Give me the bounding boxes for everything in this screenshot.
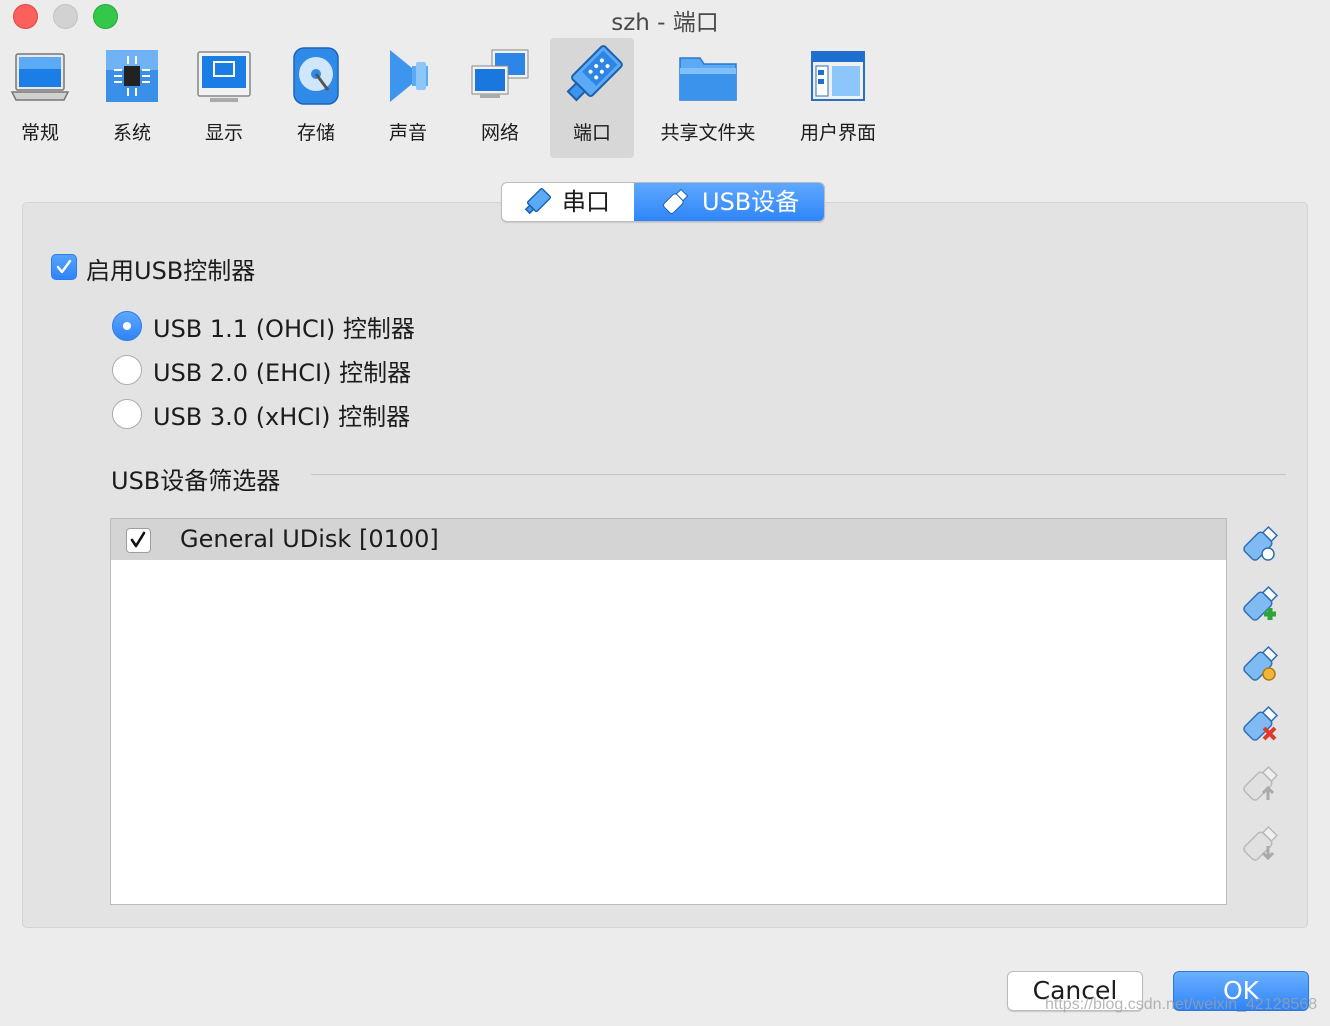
usb-filters-heading: USB设备筛选器 (111, 467, 281, 495)
watermark-text: https://blog.csdn.net/weixin_42128568 (1045, 996, 1318, 1013)
toolbar-label: 用户界面 (799, 122, 876, 144)
system-icon (106, 50, 158, 102)
toolbar-item-shared-folders[interactable]: 共享文件夹 (650, 38, 766, 158)
toolbar-item-user-interface[interactable]: 用户界面 (790, 38, 886, 158)
usb-3-0-label[interactable]: USB 3.0 (xHCI) 控制器 (153, 397, 410, 432)
general-icon (10, 53, 70, 101)
toolbar-label: 常规 (20, 122, 59, 144)
display-icon (197, 51, 251, 102)
toolbar-item-general[interactable]: 常规 (0, 38, 80, 158)
usb-filter-add-device-icon[interactable] (1240, 584, 1280, 624)
usb-filter-remove-icon[interactable] (1240, 704, 1280, 744)
tab-usb-label: USB设备 (702, 188, 800, 216)
storage-icon (293, 47, 339, 105)
toolbar-item-system[interactable]: 系统 (92, 38, 172, 158)
network-icon (471, 49, 529, 98)
toolbar-item-audio[interactable]: 声音 (368, 38, 448, 158)
toolbar-label: 系统 (112, 122, 151, 144)
toolbar-item-ports[interactable]: 端口 (550, 38, 634, 158)
toolbar-label: 端口 (572, 122, 611, 144)
toolbar-item-storage[interactable]: 存储 (276, 38, 356, 158)
usb-filter-move-down-icon[interactable] (1240, 824, 1280, 864)
list-item[interactable]: General UDisk [0100] (111, 519, 1226, 560)
toolbar-item-display[interactable]: 显示 (184, 38, 264, 158)
usb-1-1-label[interactable]: USB 1.1 (OHCI) 控制器 (153, 309, 415, 344)
filter-name: General UDisk [0100] (180, 525, 439, 553)
section-divider (311, 474, 1286, 475)
user-interface-icon (811, 51, 865, 101)
usb-2-0-radio[interactable] (112, 355, 142, 385)
shared-folders-icon (679, 57, 737, 101)
serial-port-icon (524, 187, 552, 215)
tab-usb[interactable]: USB设备 (634, 183, 824, 221)
window-title: szh - 端口 (611, 10, 719, 36)
usb-filters-list[interactable]: General UDisk [0100] (110, 518, 1227, 905)
settings-toolbar: 常规 系统 显示 存储 声音 网络 端口 共享文件夹 用户界面 (0, 36, 1330, 162)
tab-serial-label: 串口 (562, 188, 610, 216)
usb-1-1-radio[interactable] (112, 311, 142, 341)
usb-filter-add-empty-icon[interactable] (1240, 524, 1280, 564)
toolbar-label: 显示 (204, 122, 243, 144)
toolbar-label: 网络 (480, 122, 519, 144)
enable-usb-label[interactable]: 启用USB控制器 (86, 251, 255, 286)
usb-icon (663, 188, 689, 214)
checkmark-icon (56, 259, 72, 274)
tab-serial-ports[interactable]: 串口 (502, 183, 634, 221)
usb-filter-edit-icon[interactable] (1240, 644, 1280, 684)
enable-usb-checkbox[interactable] (51, 254, 77, 280)
audio-icon (390, 50, 428, 102)
title-bar: szh - 端口 (0, 0, 1330, 36)
toolbar-item-network[interactable]: 网络 (460, 38, 540, 158)
usb-2-0-label[interactable]: USB 2.0 (EHCI) 控制器 (153, 353, 411, 388)
usb-filter-move-up-icon[interactable] (1240, 764, 1280, 804)
toolbar-label: 声音 (388, 122, 427, 144)
toolbar-label: 存储 (296, 122, 335, 144)
ports-tab-bar: 串口 USB设备 (501, 182, 825, 222)
toolbar-label: 共享文件夹 (660, 122, 756, 144)
usb-3-0-radio[interactable] (112, 399, 142, 429)
ports-icon (566, 45, 623, 102)
checkmark-icon (130, 531, 146, 548)
filter-enabled-checkbox[interactable] (126, 528, 151, 553)
